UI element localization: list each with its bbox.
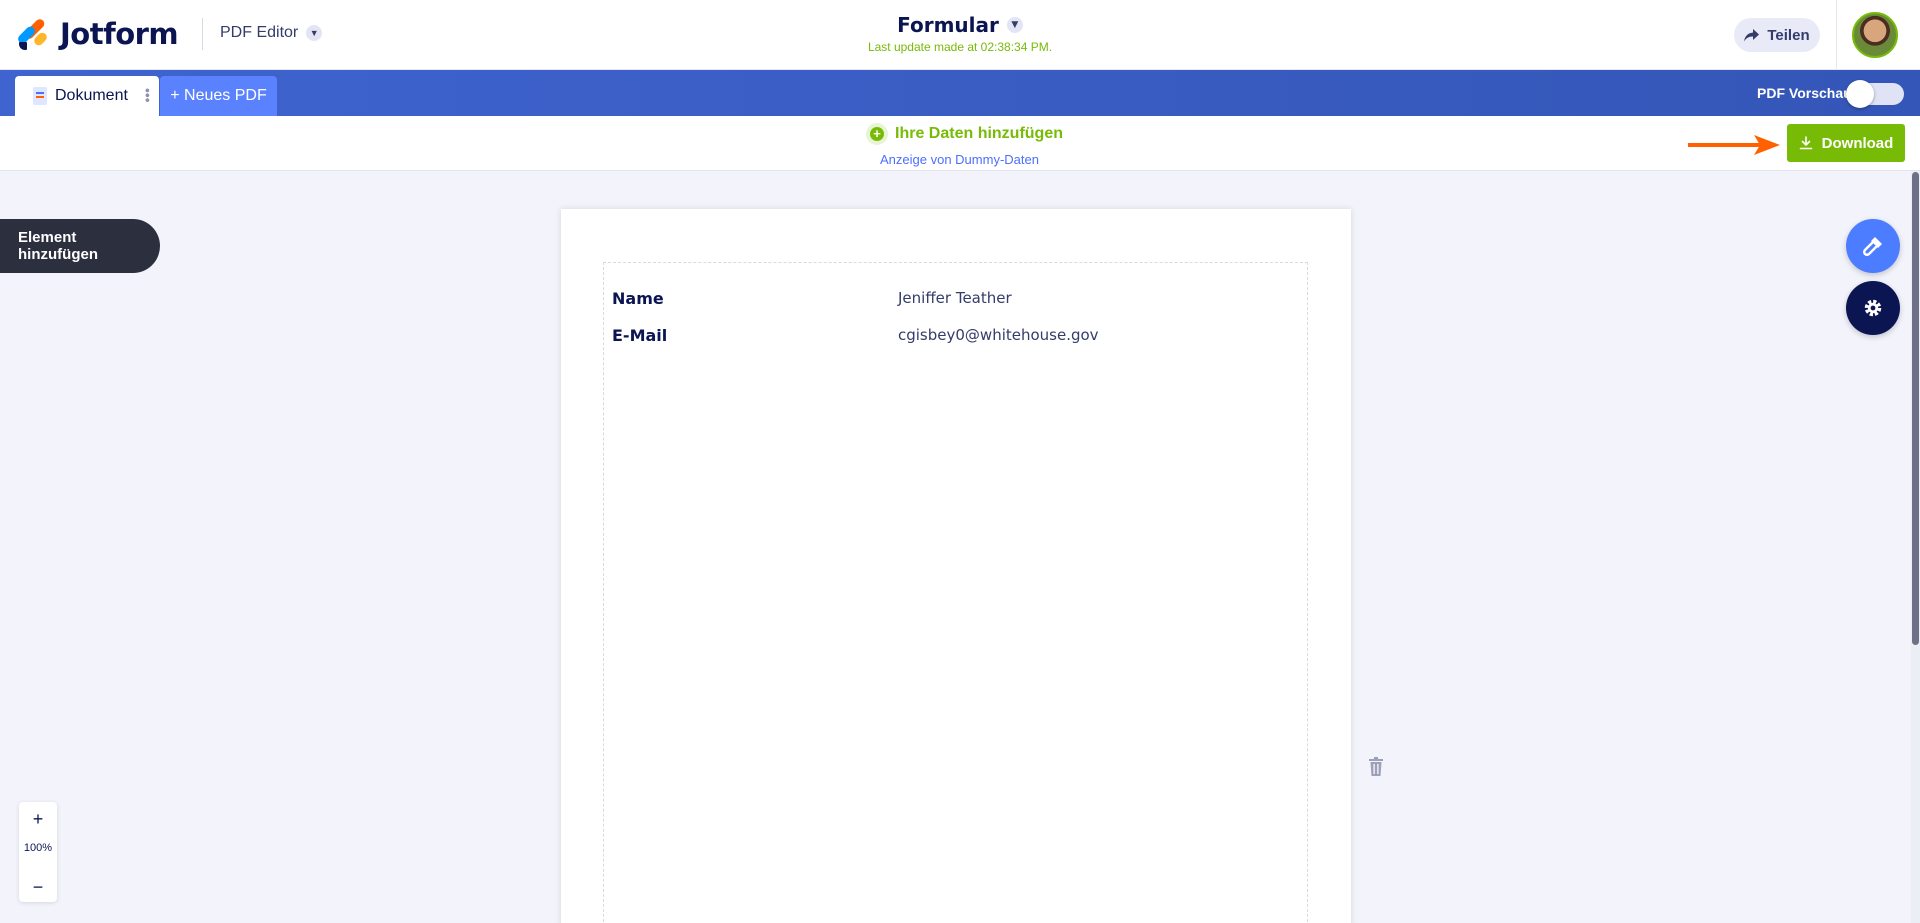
share-arrow-icon [1744,28,1760,41]
field-row-email[interactable]: E-Mail cgisbey0@whitehouse.gov [612,326,1099,345]
zoom-control: + 100% − [19,802,57,902]
gear-icon [1864,299,1882,317]
tab-document[interactable]: Dokument ••• [15,76,159,116]
pdf-preview-toggle[interactable] [1846,80,1904,108]
zoom-out-button[interactable]: − [19,872,57,902]
paint-designer-button[interactable] [1846,219,1900,273]
add-your-data-button[interactable]: + Ihre Daten hinzufügen [866,123,1063,145]
share-label: Teilen [1767,26,1810,44]
download-label: Download [1821,134,1894,152]
field-value: cgisbey0@whitehouse.gov [898,326,1099,344]
scrollbar-thumb[interactable] [1912,172,1919,645]
dummy-data-link[interactable]: Anzeige von Dummy-Daten [880,152,1039,167]
header-divider-right [1836,0,1837,70]
orange-arrow-icon [1688,135,1780,155]
toggle-knob [1846,80,1874,108]
logo-text: Jotform [60,17,179,51]
form-title[interactable]: Formular ▼ [897,13,1023,37]
trash-icon[interactable] [1368,757,1384,777]
more-options-icon[interactable]: ••• [140,88,156,103]
jotform-logo-icon [16,17,50,51]
paint-roller-icon [1863,237,1882,256]
field-label: E-Mail [612,326,668,345]
avatar[interactable] [1852,12,1898,58]
download-icon [1799,136,1812,150]
settings-button[interactable] [1846,281,1900,335]
chevron-down-icon: ▼ [1006,17,1023,33]
add-circle-icon: + [866,123,888,145]
download-button[interactable]: Download [1787,124,1905,162]
tab-bar: Dokument ••• + Neues PDF PDF Vorschau [0,70,1920,116]
new-pdf-button[interactable]: + Neues PDF [160,76,277,116]
jotform-logo[interactable]: Jotform [16,14,179,54]
app-switcher[interactable]: PDF Editor ▼ [220,24,323,42]
field-value: Jeniffer Teather [898,289,1012,307]
field-label: Name [612,289,664,308]
pdf-content-area[interactable]: Name Jeniffer Teather E-Mail cgisbey0@wh… [603,262,1308,923]
zoom-in-button[interactable]: + [19,804,57,834]
chevron-down-icon: ▼ [306,25,323,41]
form-title-text: Formular [897,13,999,37]
document-icon [33,87,47,105]
data-bar: + Ihre Daten hinzufügen Anzeige von Dumm… [0,116,1920,171]
pdf-page: Name Jeniffer Teather E-Mail cgisbey0@wh… [561,209,1351,923]
app-name: PDF Editor [220,24,299,41]
share-button[interactable]: Teilen [1734,18,1820,52]
add-data-label: Ihre Daten hinzufügen [895,125,1063,142]
add-element-button[interactable]: Element hinzufügen [0,219,160,273]
pdf-preview-label: PDF Vorschau [1757,85,1852,101]
last-update-status: Last update made at 02:38:34 PM. [867,40,1053,54]
header-divider [202,18,203,50]
top-header: Jotform PDF Editor ▼ Formular ▼ Last upd… [0,0,1920,70]
form-title-area: Formular ▼ Last update made at 02:38:34 … [760,13,1160,54]
tab-document-label: Dokument [55,87,128,104]
zoom-level: 100% [23,842,53,854]
field-row-name[interactable]: Name Jeniffer Teather [612,289,1012,308]
